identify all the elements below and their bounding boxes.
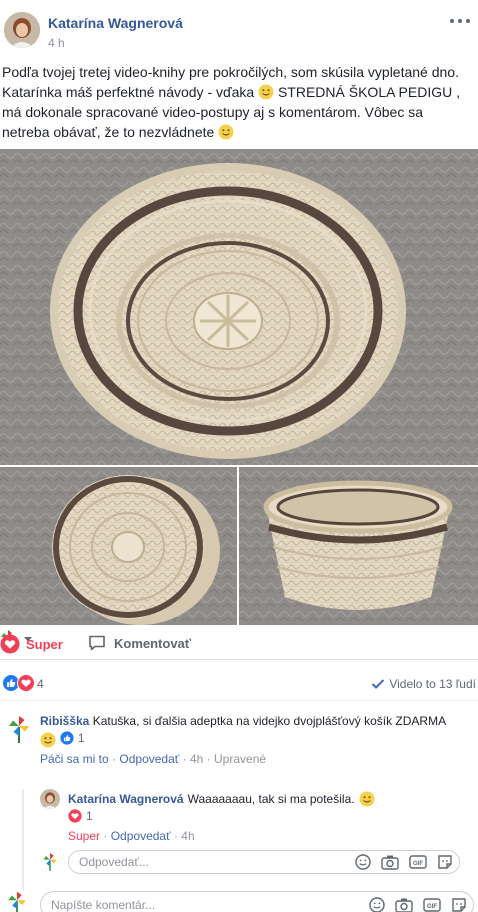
comments-section: Ribišška Katuška, si ďalšia adeptka na v… (0, 700, 478, 912)
post-header: Katarína Wagnerová 4 h (0, 0, 478, 60)
reply-text: Waaaaaaau, tak si ma potešila. (187, 792, 355, 806)
post-text-line: netreba obávať, že to nezvládnete (2, 122, 476, 142)
heart-icon (17, 674, 35, 692)
post-text-span: má dokonale spracované video-postupy aj … (2, 104, 424, 120)
reactions-summary: 4 Videlo to 13 ľudí (0, 670, 478, 696)
reply-input[interactable] (69, 851, 329, 873)
smile-emoji-icon (359, 791, 375, 807)
separator-dot: · (173, 829, 178, 843)
emoji-picker-icon[interactable] (355, 854, 371, 870)
comment-input[interactable] (41, 892, 301, 912)
commenter-avatar[interactable] (4, 713, 34, 743)
comment-button[interactable]: Komentovať (88, 634, 191, 652)
post-text: Podľa tvojej tretej video-knihy pre pokr… (2, 62, 476, 142)
separator-dot: · (103, 829, 108, 843)
reply-body: Katarína Wagnerová Waaaaaaau, tak si ma … (68, 791, 468, 843)
reply-input-box: GIF (68, 850, 460, 874)
reply-author-avatar[interactable] (40, 789, 60, 809)
pinwheel-avatar-icon (43, 853, 57, 871)
camera-icon[interactable] (381, 854, 399, 870)
comment-meta: Páči sa mi to · Odpovedať · 4h · Upraven… (40, 752, 460, 766)
separator-dot: · (206, 752, 211, 766)
seen-by[interactable]: Videlo to 13 ľudí (371, 677, 476, 691)
reply-love-badge[interactable]: 1 (68, 809, 93, 823)
reply-time[interactable]: 4h (181, 829, 194, 843)
post-photo-main[interactable] (0, 149, 478, 465)
checkmark-icon (372, 679, 385, 689)
comment-like-count: 1 (77, 731, 85, 745)
author-avatar-image (40, 789, 60, 809)
post-text-span: Katarínka máš perfektné návody - vďaka (2, 84, 255, 100)
reply-author[interactable]: Katarína Wagnerová (68, 791, 184, 807)
heart-icon (0, 634, 20, 654)
reaction-icons[interactable] (2, 674, 35, 692)
separator-dot: · (112, 752, 117, 766)
post-text-span: STREDNÁ ŠKOLA PEDIGU , (277, 84, 461, 100)
comment-input-tools: GIF (369, 897, 467, 912)
comment-body: Ribišška Katuška, si ďalšia adeptka na v… (40, 713, 460, 766)
reply-super-link[interactable]: Super (68, 829, 100, 843)
pinwheel-avatar-icon (9, 716, 29, 743)
post-photo-bottom[interactable] (0, 467, 237, 625)
reply-meta: Super · Odpovedať · 4h (68, 829, 468, 843)
post-text-line: Podľa tvojej tretej video-knihy pre pokr… (2, 62, 476, 82)
post-text-span: Podľa tvojej tretej video-knihy pre pokr… (2, 64, 459, 80)
post-photo-side[interactable] (239, 467, 478, 625)
author-avatar[interactable] (4, 12, 40, 48)
gif-icon[interactable]: GIF (423, 897, 441, 912)
like-icon (60, 731, 74, 745)
sticker-icon[interactable] (451, 897, 467, 912)
comment-input-avatar (4, 889, 30, 912)
post-action-bar: Super Komentovať (0, 628, 478, 660)
svg-text:GIF: GIF (413, 861, 423, 867)
super-reaction-button[interactable]: Super (0, 634, 63, 654)
sticker-icon[interactable] (437, 854, 453, 870)
reply-content: Katarína Wagnerová Waaaaaaau, tak si ma … (68, 791, 468, 807)
comment-time[interactable]: 4h (190, 752, 203, 766)
reaction-count[interactable]: 4 (37, 677, 44, 691)
heart-icon (68, 809, 82, 823)
comment-author[interactable]: Ribišška (40, 714, 89, 728)
post-text-line: má dokonale spracované video-postupy aj … (2, 102, 476, 122)
comment-like-link[interactable]: Páči sa mi to (40, 752, 109, 766)
comment-bubble-icon (89, 635, 105, 651)
pinwheel-avatar-icon (8, 891, 26, 912)
svg-text:GIF: GIF (427, 904, 437, 910)
gif-icon[interactable]: GIF (409, 854, 427, 870)
separator-dot: · (182, 752, 187, 766)
more-options-icon[interactable] (450, 14, 470, 28)
comment-content: Ribišška Katuška, si ďalšia adeptka na v… (40, 713, 460, 729)
seen-label: Videlo to 13 ľudí (389, 677, 476, 691)
comment-text: Katuška, si ďalšia adeptka na videjko dv… (92, 714, 447, 728)
reply-reply-link[interactable]: Odpovedať (111, 829, 171, 843)
smile-emoji-icon (40, 732, 56, 748)
reply-input-tools: GIF (355, 854, 453, 870)
smile-emoji-icon (218, 124, 234, 140)
post-timestamp[interactable]: 4 h (48, 36, 65, 50)
emoji-picker-icon[interactable] (369, 897, 385, 912)
smile-emoji-icon (258, 84, 274, 100)
reply-input-avatar (40, 851, 60, 871)
reaction-selector[interactable] (0, 628, 478, 650)
post-author-name[interactable]: Katarína Wagnerová (48, 15, 183, 31)
super-label: Super (26, 636, 63, 652)
post-text-span: netreba obávať, že to nezvládnete (2, 124, 215, 140)
comment-edited[interactable]: Upravené (214, 752, 266, 766)
comment-like-badge[interactable]: 1 (60, 731, 85, 745)
camera-icon[interactable] (395, 897, 413, 912)
reply-love-count: 1 (86, 809, 93, 823)
post-text-line: Katarínka máš perfektné návody - vďaka S… (2, 82, 476, 102)
comment-reply-link[interactable]: Odpovedať (119, 752, 179, 766)
comment-label: Komentovať (114, 635, 192, 651)
comment-input-box: GIF (40, 891, 474, 912)
